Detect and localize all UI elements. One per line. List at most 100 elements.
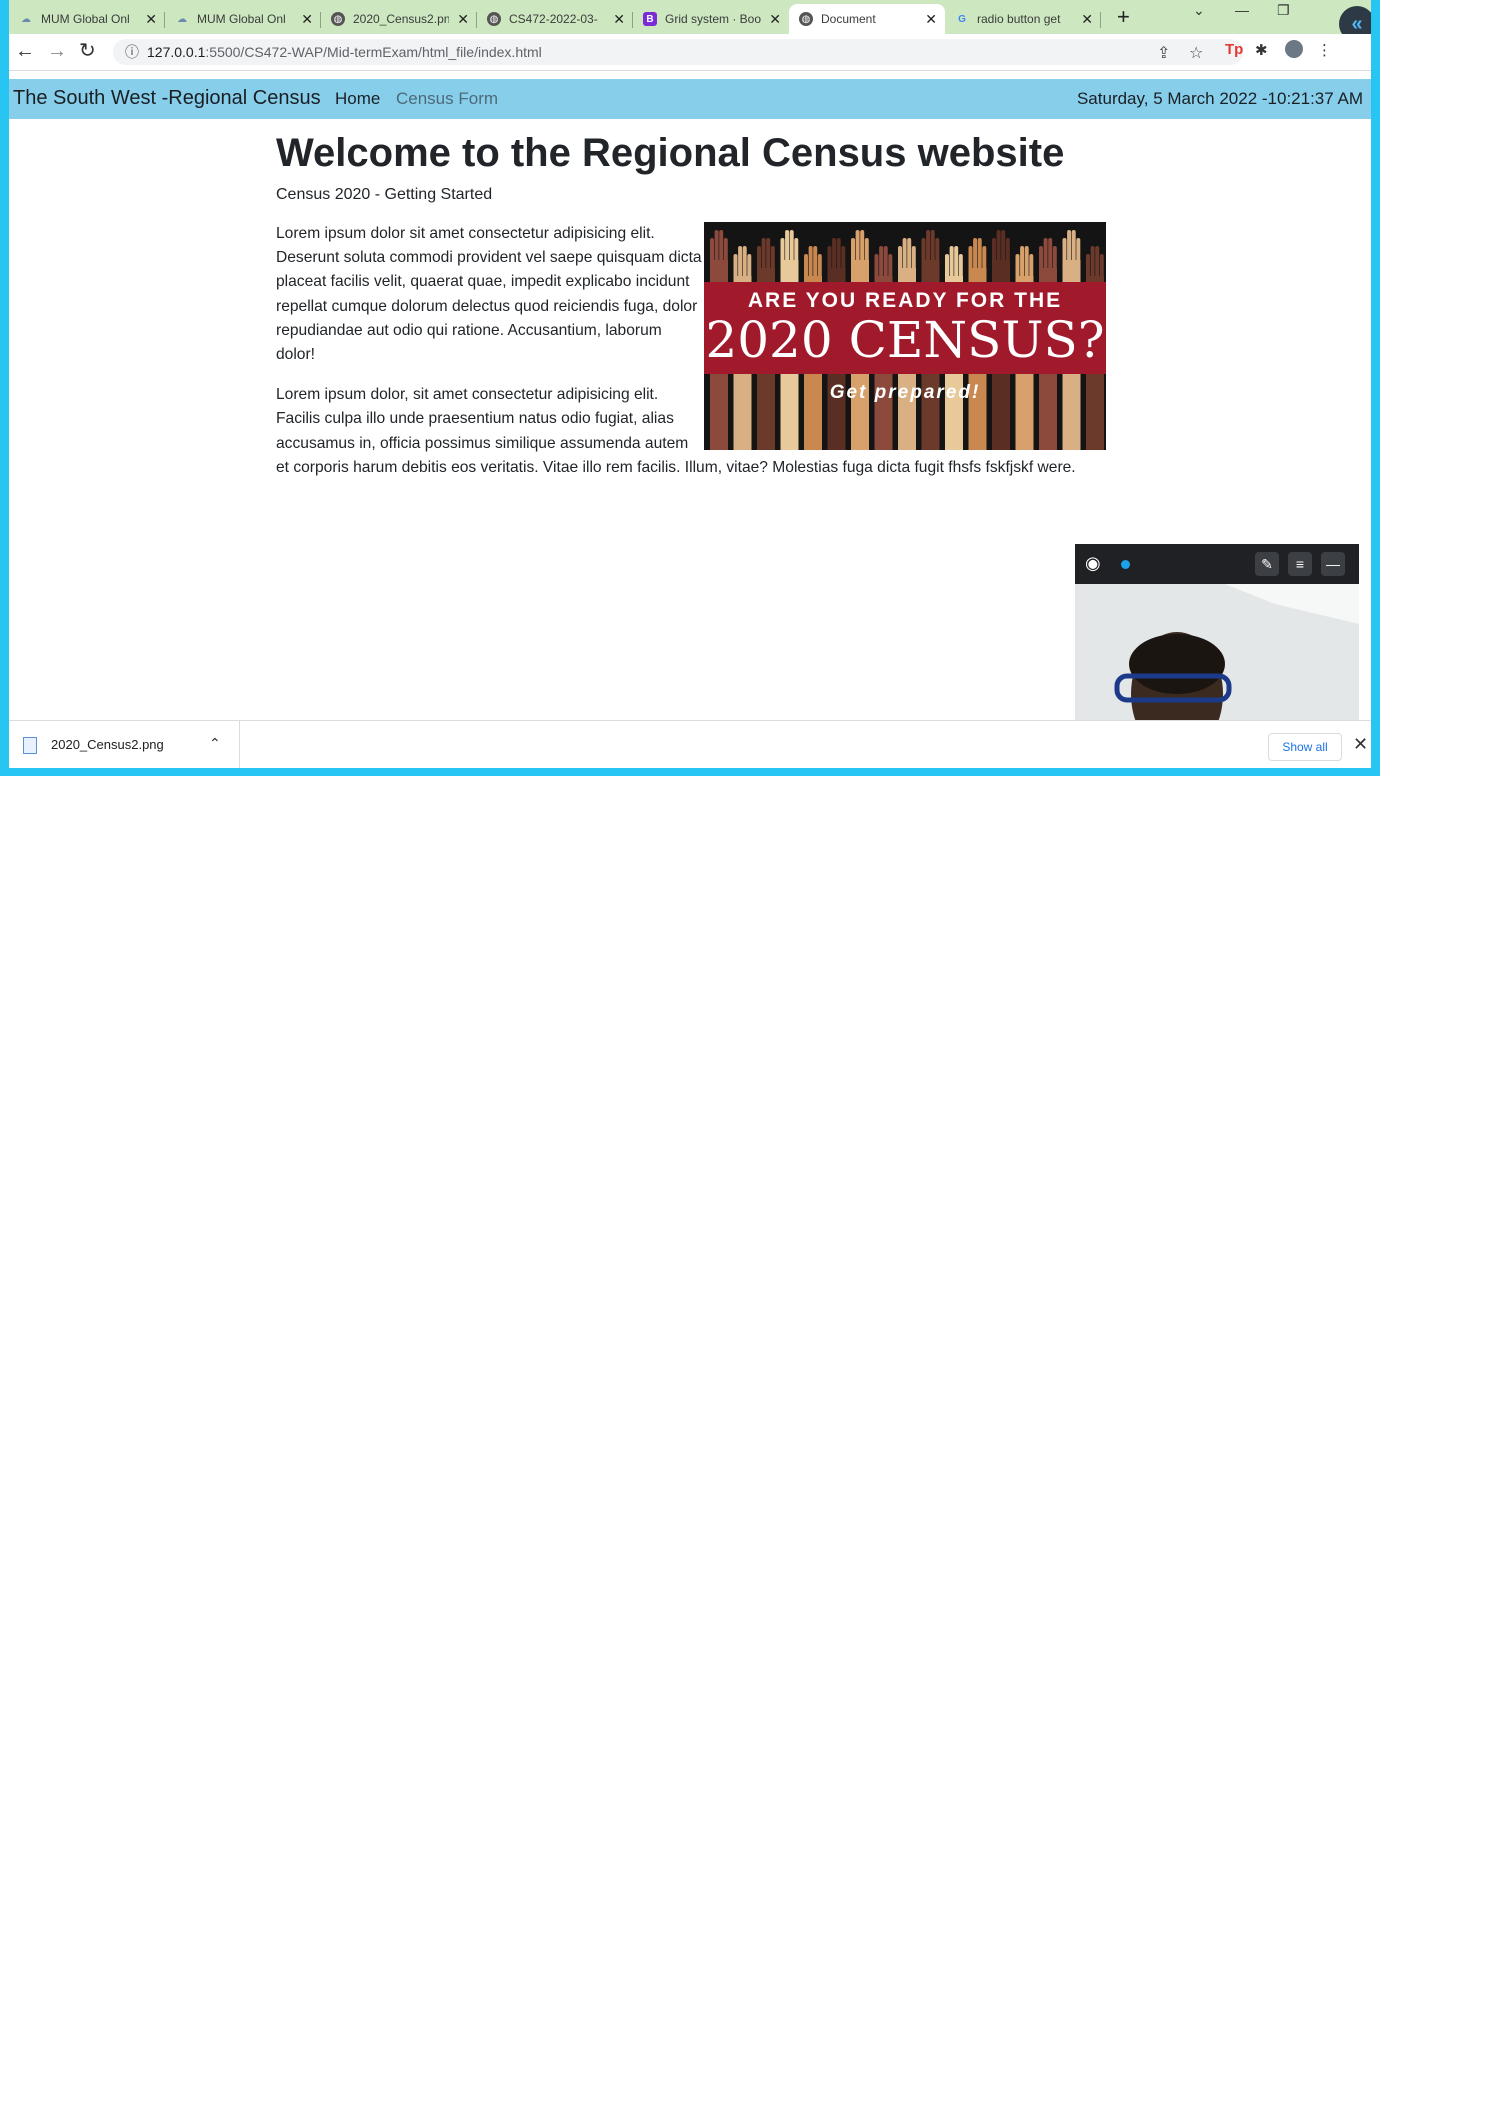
hand-finger [780, 238, 785, 272]
chat-icon[interactable]: ✎ [1255, 552, 1279, 576]
menu-kebab-icon[interactable]: ⋮ [1317, 41, 1332, 59]
page-subheading: Census 2020 - Getting Started [276, 186, 493, 203]
close-icon[interactable]: ✕ [145, 11, 157, 28]
image-file-icon [23, 737, 37, 754]
hand-finger [1039, 246, 1043, 280]
site-brand[interactable]: The South West -Regional Census [13, 87, 321, 110]
hand-finger [954, 246, 959, 280]
tab-title: 2020_Census2.pn [353, 12, 449, 26]
hand-finger [757, 246, 761, 280]
close-icon[interactable]: ✕ [1081, 11, 1093, 28]
minimize-icon[interactable]: — [1321, 552, 1345, 576]
tab-cs472[interactable]: ◍ CS472-2022-03- ✕ [477, 4, 633, 34]
tab-mum-global-1[interactable]: ☁ MUM Global Onl ✕ [9, 4, 165, 34]
tab-strip: ☁ MUM Global Onl ✕ ☁ MUM Global Onl ✕ ◍ … [9, 0, 1371, 42]
url-host: 127.0.0.1 [147, 44, 206, 60]
tab-radio-button[interactable]: G radio button get ✕ [945, 4, 1101, 34]
hand-finger [968, 246, 973, 280]
browser-window: ☁ MUM Global Onl ✕ ☁ MUM Global Onl ✕ ◍ … [9, 0, 1371, 768]
url-path: :5500/CS472-WAP/Mid-termExam/html_file/i… [205, 44, 542, 60]
hand-finger [789, 230, 794, 264]
tab-title: MUM Global Onl [41, 12, 130, 26]
close-icon[interactable]: ✕ [457, 11, 469, 28]
forward-icon[interactable]: → [47, 40, 67, 62]
profile-avatar-icon[interactable] [1285, 40, 1303, 58]
bootstrap-icon: B [643, 12, 657, 26]
banner-line-2: 2020 CENSUS? [705, 311, 1105, 369]
hand-finger [1095, 246, 1100, 280]
current-datetime: Saturday, 5 March 2022 -10:21:37 AM [1076, 89, 1363, 108]
close-icon[interactable]: ✕ [1353, 734, 1368, 755]
hand-finger [851, 238, 855, 272]
close-icon[interactable]: ✕ [301, 11, 313, 28]
hand-finger [855, 230, 860, 264]
close-icon[interactable]: ✕ [613, 11, 625, 28]
hand-finger [996, 230, 1001, 264]
download-filename: 2020_Census2.png [51, 737, 164, 752]
bookmark-star-icon[interactable]: ☆ [1189, 43, 1203, 63]
hand-finger [719, 230, 724, 264]
hand-finger [836, 238, 841, 272]
hand-finger [738, 246, 743, 280]
census-banner-image: ARE YOU READY FOR THE 2020 CENSUS? Get p… [704, 222, 1106, 450]
tab-title: Document [821, 12, 876, 26]
tab-title: CS472-2022-03- [509, 12, 598, 26]
recording-dot-icon [1121, 560, 1130, 569]
hand-finger [911, 246, 916, 280]
tab-search-icon[interactable]: ⌄ [1193, 2, 1205, 19]
hand-finger [1067, 230, 1072, 264]
extensions-puzzle-icon[interactable]: ✱ [1255, 41, 1268, 59]
hamburger-menu-icon[interactable]: ≡ [1288, 552, 1312, 576]
eye-icon[interactable]: ◉ [1085, 553, 1101, 574]
share-icon[interactable]: ⇪ [1157, 43, 1170, 63]
webcam-overlay[interactable]: ◉ ✎ ≡ — [1075, 544, 1359, 730]
tab-census-image[interactable]: ◍ 2020_Census2.pn ✕ [321, 4, 477, 34]
hand-finger [930, 230, 935, 264]
minimize-icon[interactable]: — [1235, 2, 1249, 18]
cloud-icon: ☁ [21, 13, 31, 25]
hand-finger [883, 246, 888, 280]
hand-finger [766, 238, 771, 272]
hand-finger [973, 238, 978, 272]
tab-mum-global-2[interactable]: ☁ MUM Global Onl ✕ [165, 4, 321, 34]
restore-icon[interactable]: ❐ [1277, 2, 1290, 19]
hand-finger [935, 238, 940, 272]
hand-finger [879, 246, 884, 280]
address-bar[interactable]: ⓘ 127.0.0.1:5500/CS472-WAP/Mid-termExam/… [113, 39, 1243, 65]
hand-finger [1062, 238, 1067, 272]
close-icon[interactable]: ✕ [925, 11, 937, 28]
new-tab-button[interactable]: + [1117, 4, 1130, 30]
hand-finger [1048, 238, 1053, 272]
nav-link-census-form[interactable]: Census Form [396, 89, 498, 109]
hand-finger [949, 246, 954, 280]
hand-finger [977, 238, 982, 272]
hand-finger [714, 230, 719, 264]
extension-tp-icon[interactable]: Tp [1225, 41, 1243, 58]
webcam-toolbar: ◉ ✎ ≡ — [1075, 544, 1359, 584]
hand-finger [921, 238, 926, 272]
hand-finger [827, 246, 832, 280]
tab-grid-system[interactable]: B Grid system · Boo ✕ [633, 4, 789, 34]
hand-finger [723, 238, 728, 272]
tab-document[interactable]: ◍ Document ✕ [789, 4, 945, 34]
hand-finger [902, 238, 907, 272]
site-info-icon[interactable]: ⓘ [125, 42, 139, 62]
reload-icon[interactable]: ↻ [79, 40, 96, 62]
globe-icon: ◍ [799, 12, 813, 26]
downloads-bar: 2020_Census2.png ⌃ Show all ✕ [9, 720, 1371, 768]
hand-finger [710, 238, 714, 272]
tab-title: MUM Global Onl [197, 12, 286, 26]
hand-finger [1024, 246, 1029, 280]
show-all-downloads-button[interactable]: Show all [1268, 733, 1342, 761]
hand-finger [1076, 238, 1081, 272]
back-icon[interactable]: ← [15, 40, 35, 62]
nav-link-home[interactable]: Home [335, 89, 380, 109]
chevron-up-icon[interactable]: ⌃ [209, 735, 221, 752]
hand-finger [770, 246, 775, 280]
close-icon[interactable]: ✕ [769, 11, 781, 28]
hand-finger [794, 238, 799, 272]
download-item[interactable]: 2020_Census2.png ⌃ [9, 721, 240, 768]
hand-finger [864, 238, 869, 272]
hand-finger [1005, 238, 1010, 272]
browser-toolbar: ← → ↻ ⓘ 127.0.0.1:5500/CS472-WAP/Mid-ter… [9, 34, 1371, 71]
